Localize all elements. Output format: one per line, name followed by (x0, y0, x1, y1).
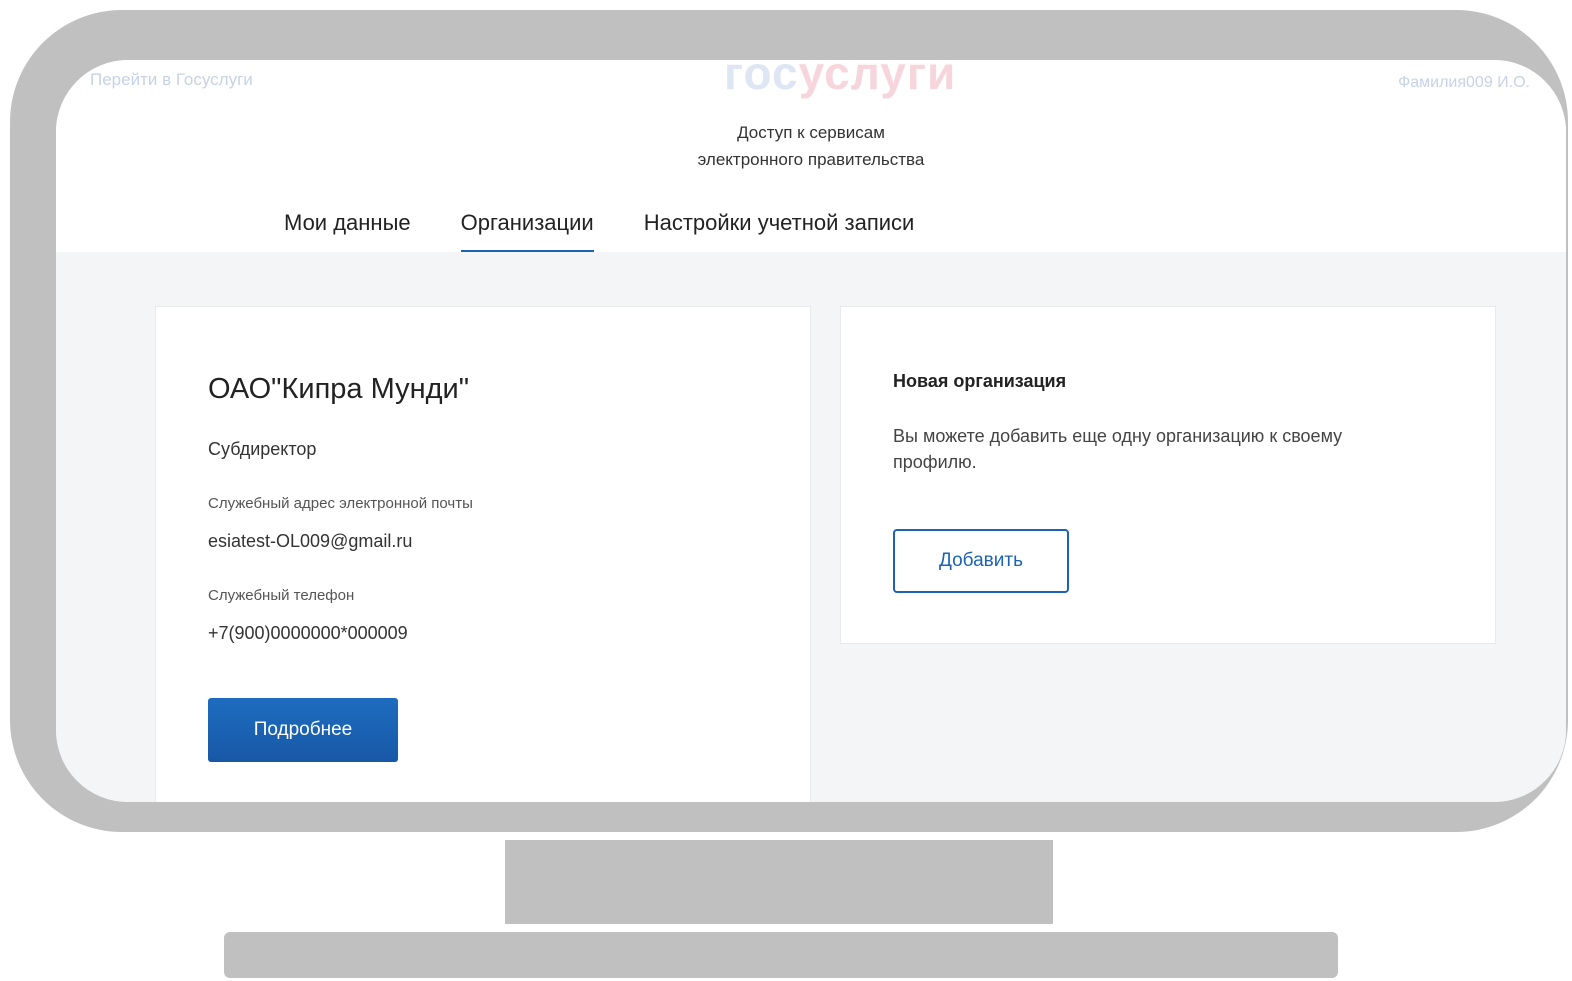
add-organization-button[interactable]: Добавить (893, 529, 1069, 593)
new-organization-description: Вы можете добавить еще одну организацию … (893, 426, 1343, 472)
content-area: ОАО"Кипра Мунди" Субдиректор Служебный а… (56, 252, 1566, 802)
email-label: Служебный адрес электронной почты (208, 495, 473, 512)
logo-part-1: гос (724, 60, 799, 99)
monitor-frame: Перейти в Госуслуги госуслуги Фамилия009… (10, 10, 1568, 832)
subtitle-line-2: электронного правительства (697, 150, 925, 169)
phone-value: +7(900)0000000*000009 (208, 623, 408, 643)
subtitle-line-1: Доступ к сервисам (737, 123, 885, 142)
organization-name: ОАО"Кипра Мунди" (208, 373, 469, 405)
details-button[interactable]: Подробнее (208, 698, 398, 762)
email-value: esiatest-OL009@gmail.ru (208, 531, 413, 551)
organization-role: Субдиректор (208, 439, 317, 459)
user-name[interactable]: Фамилия009 И.О. (1398, 74, 1530, 92)
new-organization-title: Новая организация (893, 371, 1067, 391)
tab-account-settings[interactable]: Настройки учетной записи (644, 210, 915, 252)
phone-label: Служебный телефон (208, 587, 355, 604)
logo-part-2: услуги (798, 60, 957, 99)
new-organization-card: Новая организация Вы можете добавить еще… (840, 306, 1496, 644)
monitor-screen: Перейти в Госуслуги госуслуги Фамилия009… (56, 60, 1566, 802)
monitor-base (224, 932, 1338, 978)
tab-my-data[interactable]: Мои данные (284, 210, 411, 252)
page-subtitle: Доступ к сервисам электронного правитель… (56, 119, 1566, 173)
organization-card: ОАО"Кипра Мунди" Субдиректор Служебный а… (155, 306, 811, 802)
gosuslugi-logo[interactable]: госуслуги (724, 60, 956, 100)
profile-tabs: Мои данные Организации Настройки учетной… (284, 210, 915, 254)
page-header: Перейти в Госуслуги госуслуги Фамилия009… (56, 60, 1566, 254)
back-to-gosuslugi-link[interactable]: Перейти в Госуслуги (90, 70, 253, 90)
tab-organizations[interactable]: Организации (460, 210, 594, 254)
monitor-neck (505, 840, 1053, 924)
